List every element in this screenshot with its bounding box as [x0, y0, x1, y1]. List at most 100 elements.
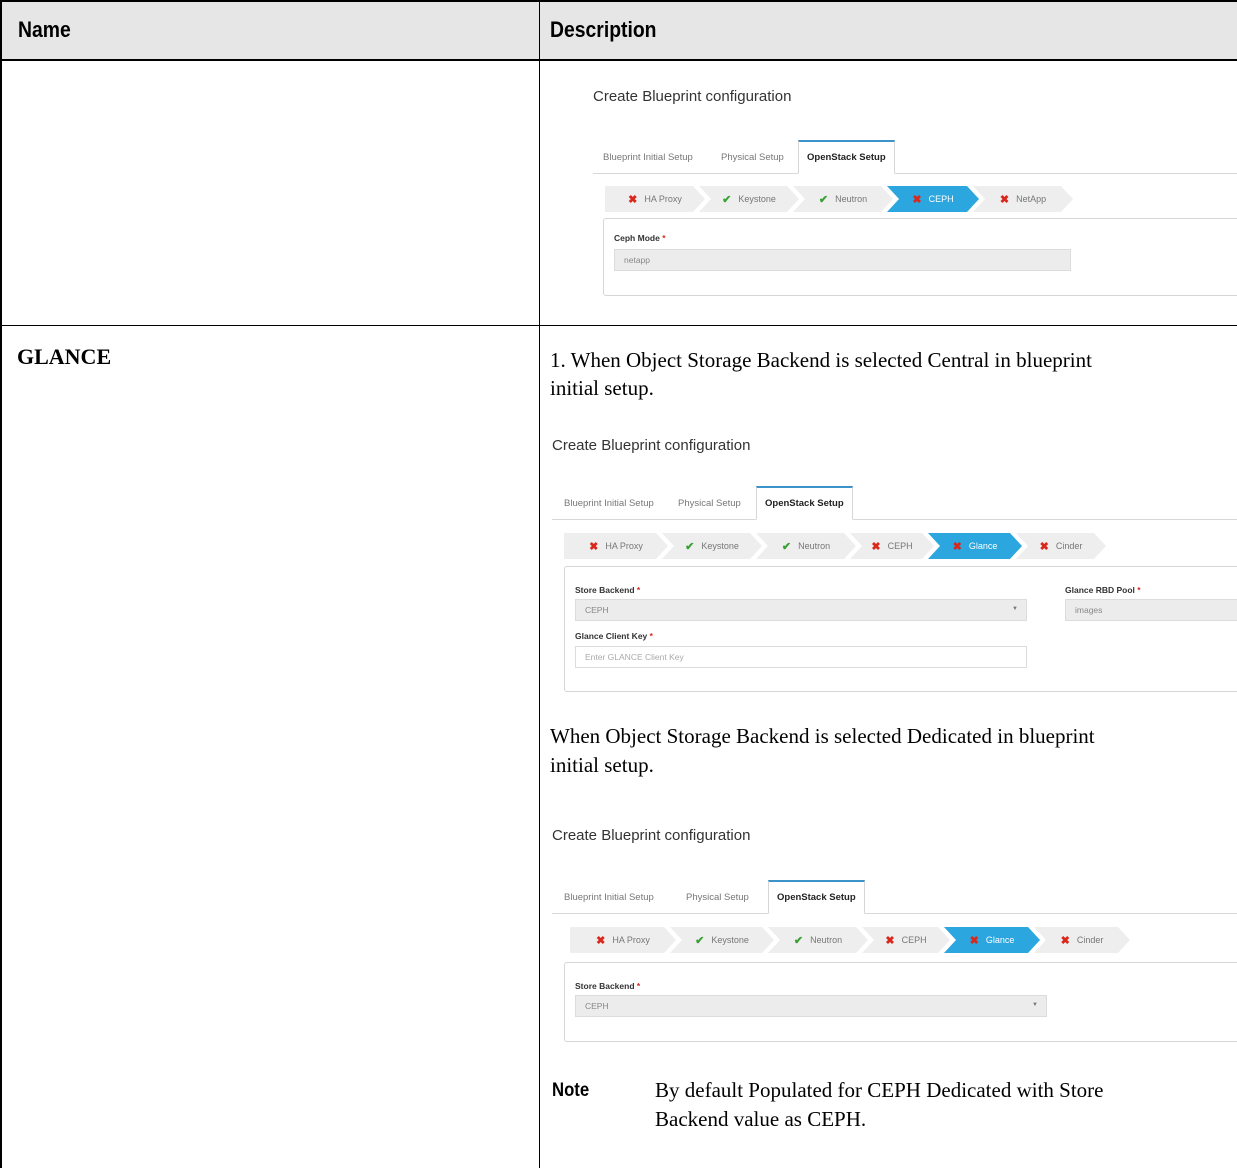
header-description: Description: [550, 17, 657, 42]
store-backend-label: Store Backend *: [575, 585, 641, 595]
cross-icon: ✖: [999, 193, 1010, 206]
tab-physical-setup[interactable]: Physical Setup: [678, 486, 741, 520]
setup-steps: ✖ HA Proxy ✔ Keystone ✔ Neutron ✖ CEPH ✖ Glan…: [564, 533, 1124, 559]
glance-rbd-pool-field[interactable]: images: [1065, 599, 1237, 621]
tab-bar: Blueprint Initial Setup Physical Setup O…: [593, 140, 1237, 174]
check-icon: ✔: [818, 193, 829, 206]
tab-physical-setup[interactable]: Physical Setup: [721, 140, 784, 174]
step-cinder[interactable]: ✖ Cinder: [1034, 927, 1130, 953]
cross-icon: ✖: [628, 193, 638, 206]
cross-icon: ✖: [885, 934, 895, 947]
cross-icon: ✖: [596, 934, 606, 947]
step-label: Cinder: [1055, 541, 1083, 551]
step-neutron[interactable]: ✔ Neutron: [756, 533, 856, 559]
step-neutron[interactable]: ✔ Neutron: [793, 186, 893, 212]
table-border-left: [0, 0, 2, 1168]
step-ceph[interactable]: ✖ CEPH: [887, 186, 979, 212]
glance-form-panel: Store Backend * CEPH ▼ Glance RBD Pool * …: [564, 566, 1237, 692]
column-divider: [539, 0, 540, 1168]
step-ceph[interactable]: ✖ CEPH: [850, 533, 934, 559]
setup-steps: ✖ HA Proxy ✔ Keystone ✔ Neutron ✖ CEPH ✖ NetA…: [605, 186, 1075, 212]
step-label: Neutron: [798, 541, 831, 551]
cross-icon: ✖: [912, 193, 922, 206]
note-label: Note: [552, 1080, 590, 1101]
step-label: CEPH: [928, 194, 954, 204]
step-label: CEPH: [901, 935, 927, 945]
step-label: HA Proxy: [612, 935, 650, 945]
cross-icon: ✖: [871, 540, 881, 553]
header-divider: [0, 59, 1237, 61]
cross-icon: ✖: [952, 540, 962, 553]
screenshot-glance-central: Create Blueprint configuration Blueprint…: [550, 428, 1237, 698]
step-label: CEPH: [887, 541, 913, 551]
document-table: Name Description Create Blueprint config…: [0, 0, 1237, 1168]
check-icon: ✔: [722, 193, 732, 206]
cross-icon: ✖: [1039, 540, 1049, 553]
step-glance[interactable]: ✖ Glance: [928, 533, 1022, 559]
step-keystone[interactable]: ✔ Keystone: [670, 927, 774, 953]
screenshot-title: Create Blueprint configuration: [593, 88, 792, 105]
note-text-line-2: Backend value as CEPH.: [655, 1107, 867, 1131]
check-icon: ✔: [695, 934, 705, 947]
header-name: Name: [18, 17, 71, 42]
check-icon: ✔: [685, 540, 695, 553]
glance-rbd-pool-label: Glance RBD Pool *: [1065, 585, 1141, 595]
ceph-mode-label: Ceph Mode *: [614, 233, 666, 243]
step-cinder[interactable]: ✖ Cinder: [1016, 533, 1106, 559]
row-name-glance: GLANCE: [17, 344, 112, 369]
glance-form-panel: Store Backend * CEPH ▼: [564, 962, 1237, 1042]
tab-bar: Blueprint Initial Setup Physical Setup O…: [552, 486, 1237, 520]
screenshot-title: Create Blueprint configuration: [552, 437, 751, 454]
step-keystone[interactable]: ✔ Keystone: [662, 533, 762, 559]
step-label: Keystone: [738, 194, 776, 204]
step-label: Neutron: [810, 935, 843, 945]
step-ha-proxy[interactable]: ✖ HA Proxy: [570, 927, 676, 953]
cross-icon: ✖: [1060, 934, 1070, 947]
glance-client-key-label: Glance Client Key *: [575, 631, 653, 641]
step-label: Cinder: [1076, 935, 1104, 945]
step-ceph[interactable]: ✖ CEPH: [862, 927, 950, 953]
step-label: Glance: [968, 541, 998, 551]
paragraph-dedicated-line-1: When Object Storage Backend is selected …: [550, 724, 1095, 748]
store-backend-select[interactable]: CEPH ▼: [575, 599, 1027, 621]
caret-down-icon: ▼: [1012, 606, 1018, 612]
paragraph-dedicated-line-2: initial setup.: [550, 753, 654, 777]
cross-icon: ✖: [589, 540, 599, 553]
screenshot-ceph: Create Blueprint configuration Blueprint…: [575, 78, 1237, 300]
ceph-mode-field[interactable]: netapp: [614, 249, 1071, 271]
step-netapp[interactable]: ✖ NetApp: [973, 186, 1073, 212]
ceph-form-panel: Ceph Mode * netapp: [603, 218, 1237, 296]
tab-blueprint-initial-setup[interactable]: Blueprint Initial Setup: [564, 486, 654, 520]
step-label: Neutron: [835, 194, 868, 204]
paragraph-central-line-2: initial setup.: [550, 376, 654, 400]
step-label: NetApp: [1016, 194, 1047, 204]
screenshot-glance-dedicated: Create Blueprint configuration Blueprint…: [550, 818, 1237, 1046]
glance-client-key-input[interactable]: Enter GLANCE Client Key: [575, 646, 1027, 668]
tab-openstack-setup[interactable]: OpenStack Setup: [798, 140, 895, 174]
tab-physical-setup[interactable]: Physical Setup: [686, 880, 749, 914]
step-ha-proxy[interactable]: ✖ HA Proxy: [605, 186, 705, 212]
check-icon: ✔: [793, 934, 804, 947]
tab-bar: Blueprint Initial Setup Physical Setup O…: [552, 880, 1237, 914]
check-icon: ✔: [781, 540, 792, 553]
tab-openstack-setup[interactable]: OpenStack Setup: [768, 880, 865, 914]
tab-openstack-setup[interactable]: OpenStack Setup: [756, 486, 853, 520]
store-backend-select[interactable]: CEPH ▼: [575, 995, 1047, 1017]
step-label: Glance: [985, 935, 1015, 945]
step-label: Keystone: [711, 935, 749, 945]
paragraph-central-line-1: 1. When Object Storage Backend is select…: [550, 348, 1092, 372]
tab-blueprint-initial-setup[interactable]: Blueprint Initial Setup: [603, 140, 693, 174]
step-label: HA Proxy: [644, 194, 682, 204]
step-neutron[interactable]: ✔ Neutron: [768, 927, 868, 953]
step-glance[interactable]: ✖ Glance: [944, 927, 1040, 953]
step-label: HA Proxy: [605, 541, 643, 551]
tab-blueprint-initial-setup[interactable]: Blueprint Initial Setup: [564, 880, 654, 914]
table-border-top: [0, 0, 1237, 2]
setup-steps: ✖ HA Proxy ✔ Keystone ✔ Neutron ✖ CEPH ✖ Glan…: [570, 927, 1140, 953]
store-backend-label: Store Backend *: [575, 981, 641, 991]
cross-icon: ✖: [969, 934, 979, 947]
caret-down-icon: ▼: [1032, 1002, 1038, 1008]
step-ha-proxy[interactable]: ✖ HA Proxy: [564, 533, 668, 559]
step-keystone[interactable]: ✔ Keystone: [699, 186, 799, 212]
row-divider: [0, 325, 1237, 326]
